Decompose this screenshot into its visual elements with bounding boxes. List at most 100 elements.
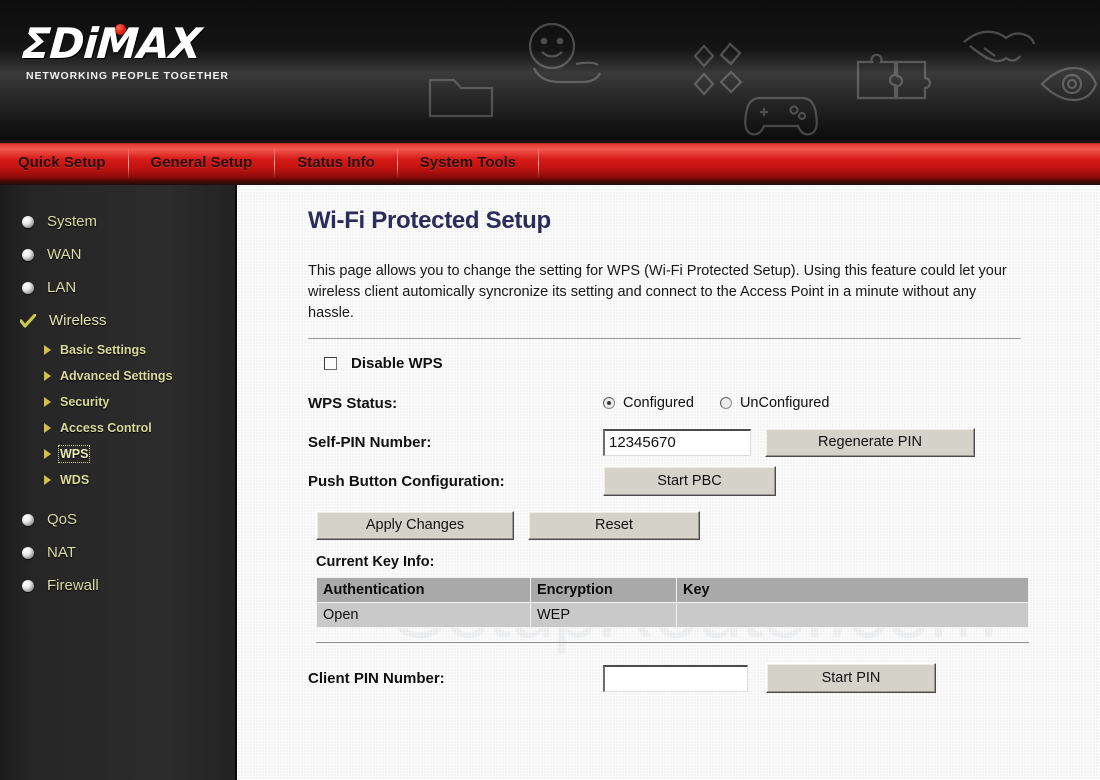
sidebar-item-label: Firewall bbox=[47, 577, 99, 594]
column-header-encryption: Encryption bbox=[531, 578, 676, 602]
sidebar-subitem-label: Security bbox=[60, 395, 110, 409]
sidebar-item-wds[interactable]: WDS bbox=[0, 467, 235, 493]
client-pin-input[interactable] bbox=[603, 664, 748, 692]
bullet-sphere-icon bbox=[22, 579, 34, 592]
disable-wps-checkbox[interactable] bbox=[324, 357, 337, 370]
sidebar-subitem-label: Access Control bbox=[60, 421, 152, 435]
diamonds-icon bbox=[688, 40, 750, 102]
wps-status-configured-option[interactable]: Configured bbox=[603, 395, 694, 411]
client-pin-label: Client PIN Number: bbox=[308, 669, 445, 687]
bullet-sphere-icon bbox=[22, 513, 34, 526]
push-button-config-row: Push Button Configuration: Start PBC bbox=[308, 464, 1100, 498]
start-pin-button[interactable]: Start PIN bbox=[766, 663, 936, 693]
gamepad-icon bbox=[742, 90, 820, 138]
router-admin-page: ΣDiMAX NETWORKING PEOPLE TOGETHER Quick … bbox=[0, 0, 1100, 780]
self-pin-row: Self-PIN Number: 12345670 Regenerate PIN bbox=[308, 425, 1100, 459]
nav-item-general-setup[interactable]: General Setup bbox=[129, 140, 275, 185]
sidebar-item-label: QoS bbox=[47, 511, 78, 528]
cell-key bbox=[677, 603, 1028, 627]
sidebar-navigation: System WAN LAN Wireless Basic Settings A… bbox=[0, 185, 237, 780]
smiley-in-hand-icon bbox=[516, 20, 626, 100]
sidebar-subitem-label: WDS bbox=[60, 473, 90, 487]
radio-unconfigured-icon[interactable] bbox=[719, 397, 732, 409]
sidebar-item-qos[interactable]: QoS bbox=[0, 503, 235, 536]
table-row: Open WEP bbox=[317, 603, 1028, 627]
main-navigation: Quick Setup General Setup Status Info Sy… bbox=[0, 140, 1100, 185]
bullet-sphere-icon bbox=[22, 248, 34, 261]
wps-status-label: WPS Status: bbox=[308, 394, 398, 412]
sidebar-item-basic-settings[interactable]: Basic Settings bbox=[0, 337, 235, 363]
nav-item-status-info[interactable]: Status Info bbox=[275, 140, 397, 185]
client-pin-row: Client PIN Number: Start PIN bbox=[308, 661, 1100, 695]
sidebar-item-nat[interactable]: NAT bbox=[0, 536, 235, 569]
chevron-right-icon bbox=[44, 371, 51, 381]
section-divider-bottom bbox=[316, 642, 1029, 643]
sidebar-item-system[interactable]: System bbox=[0, 205, 235, 238]
sidebar-item-wireless[interactable]: Wireless bbox=[0, 304, 235, 337]
regenerate-pin-button[interactable]: Regenerate PIN bbox=[765, 427, 975, 457]
bullet-sphere-icon bbox=[22, 215, 34, 228]
logo-red-dot bbox=[115, 24, 126, 35]
sidebar-subitem-label: Basic Settings bbox=[60, 343, 147, 357]
chevron-right-icon bbox=[44, 475, 51, 485]
chevron-right-icon bbox=[44, 449, 51, 459]
logo-tagline: NETWORKING PEOPLE TOGETHER bbox=[26, 70, 229, 82]
sidebar-item-label: WAN bbox=[47, 246, 82, 263]
self-pin-label: Self-PIN Number: bbox=[308, 433, 432, 451]
nav-separator bbox=[538, 147, 540, 178]
sidebar-item-firewall[interactable]: Firewall bbox=[0, 569, 235, 602]
form-actions-row: Apply Changes Reset bbox=[316, 508, 1100, 542]
sidebar-subitem-label: Advanced Settings bbox=[60, 369, 173, 383]
handshake-icon bbox=[960, 22, 1038, 74]
radio-unconfigured-label: UnConfigured bbox=[739, 395, 830, 411]
sidebar-item-advanced-settings[interactable]: Advanced Settings bbox=[0, 363, 235, 389]
chevron-right-icon bbox=[44, 397, 51, 407]
cell-authentication: Open bbox=[317, 603, 530, 627]
sidebar-item-label: NAT bbox=[47, 544, 76, 561]
cell-encryption: WEP bbox=[531, 603, 676, 627]
table-header-row: Authentication Encryption Key bbox=[317, 578, 1028, 602]
main-content: SetupRouter.com Wi-Fi Protected Setup Th… bbox=[237, 185, 1100, 780]
disable-wps-row: Disable WPS bbox=[324, 355, 1100, 372]
radio-configured-label: Configured bbox=[623, 395, 694, 411]
reset-button[interactable]: Reset bbox=[528, 510, 700, 540]
puzzle-icon bbox=[850, 44, 932, 106]
self-pin-input[interactable]: 12345670 bbox=[603, 428, 751, 456]
eye-icon bbox=[1040, 62, 1098, 106]
wps-status-unconfigured-option[interactable]: UnConfigured bbox=[719, 395, 830, 411]
sidebar-item-label: Wireless bbox=[49, 312, 107, 329]
logo-wordmark: ΣDiMAX bbox=[20, 19, 203, 68]
wps-status-row: WPS Status: Configured UnConfigured bbox=[308, 386, 1100, 420]
sidebar-subitem-label: WPS bbox=[57, 445, 91, 463]
sidebar-item-lan[interactable]: LAN bbox=[0, 271, 235, 304]
edimax-logo[interactable]: ΣDiMAX NETWORKING PEOPLE TOGETHER bbox=[20, 19, 232, 84]
sidebar-item-label: System bbox=[47, 213, 98, 230]
push-button-config-label: Push Button Configuration: bbox=[308, 472, 505, 490]
sidebar-item-label: LAN bbox=[47, 279, 77, 296]
page-description: This page allows you to change the setti… bbox=[308, 263, 1007, 321]
sidebar-item-wps[interactable]: WPS bbox=[0, 441, 235, 467]
page-title: Wi-Fi Protected Setup bbox=[308, 207, 551, 234]
checkmark-icon bbox=[19, 312, 37, 328]
sidebar-item-security[interactable]: Security bbox=[0, 389, 235, 415]
bullet-sphere-icon bbox=[22, 281, 34, 294]
sidebar-item-wan[interactable]: WAN bbox=[0, 238, 235, 271]
current-key-info-table: Authentication Encryption Key Open WEP bbox=[316, 577, 1029, 628]
start-pbc-button[interactable]: Start PBC bbox=[603, 466, 776, 496]
nav-item-system-tools[interactable]: System Tools bbox=[398, 140, 538, 185]
chevron-right-icon bbox=[44, 345, 51, 355]
column-header-authentication: Authentication bbox=[317, 578, 530, 602]
disable-wps-label: Disable WPS bbox=[351, 355, 443, 372]
sidebar-item-access-control[interactable]: Access Control bbox=[0, 415, 235, 441]
current-key-info-heading: Current Key Info: bbox=[316, 554, 435, 570]
section-divider bbox=[308, 338, 1021, 339]
column-header-key: Key bbox=[677, 578, 1028, 602]
folder-icon bbox=[424, 66, 504, 124]
nav-item-quick-setup[interactable]: Quick Setup bbox=[0, 140, 128, 185]
page-header: ΣDiMAX NETWORKING PEOPLE TOGETHER bbox=[0, 0, 1100, 140]
apply-changes-button[interactable]: Apply Changes bbox=[316, 510, 514, 540]
chevron-right-icon bbox=[44, 423, 51, 433]
bullet-sphere-icon bbox=[22, 546, 34, 559]
radio-configured-icon[interactable] bbox=[603, 397, 615, 409]
